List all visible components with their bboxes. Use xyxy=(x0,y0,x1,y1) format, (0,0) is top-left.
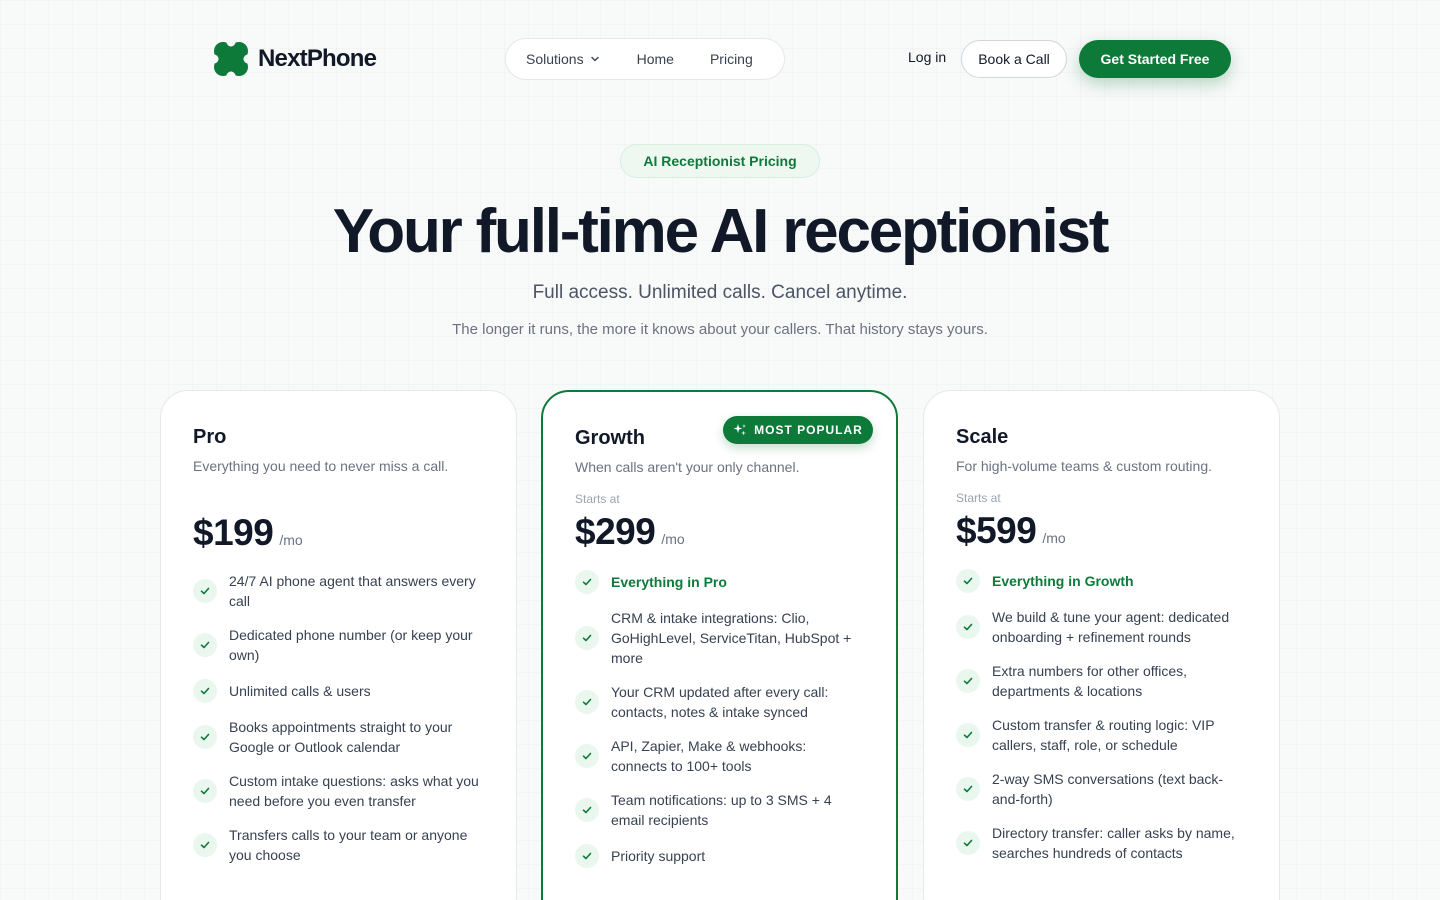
nav-item-home[interactable]: Home xyxy=(637,51,674,67)
feature-item: Custom transfer & routing logic: VIP cal… xyxy=(956,715,1247,755)
feature-item: Books appointments straight to your Goog… xyxy=(193,717,484,757)
feature-item: 2-way SMS conversations (text back-and-f… xyxy=(956,769,1247,809)
feature-text: Custom transfer & routing logic: VIP cal… xyxy=(992,717,1215,753)
logo[interactable]: NextPhone xyxy=(213,41,377,77)
check-icon xyxy=(575,570,599,594)
feature-text: 24/7 AI phone agent that answers every c… xyxy=(229,573,476,609)
feature-text: Everything in Growth xyxy=(992,573,1134,589)
feature-text: Priority support xyxy=(611,848,706,864)
page-note: The longer it runs, the more it knows ab… xyxy=(452,321,988,338)
check-icon xyxy=(575,844,599,868)
feature-item: 24/7 AI phone agent that answers every c… xyxy=(193,571,484,611)
feature-text: Your CRM updated after every call: conta… xyxy=(611,684,829,720)
check-icon xyxy=(193,779,217,803)
badge-label: MOST POPULAR xyxy=(754,423,863,437)
feature-list: Everything in Pro CRM & intake integrati… xyxy=(575,570,866,868)
check-icon xyxy=(956,777,980,801)
feature-item: Directory transfer: caller asks by name,… xyxy=(956,823,1247,863)
plan-price: $599 xyxy=(956,510,1037,551)
check-icon xyxy=(956,669,980,693)
feature-text: Extra numbers for other offices, departm… xyxy=(992,663,1188,699)
check-icon xyxy=(575,626,599,650)
book-call-button[interactable]: Book a Call xyxy=(961,40,1067,78)
feature-list: 24/7 AI phone agent that answers every c… xyxy=(193,571,484,865)
plan-starts-at: Starts at xyxy=(956,491,1001,505)
plan-price: $199 xyxy=(193,512,274,553)
feature-text: We build & tune your agent: dedicated on… xyxy=(992,609,1230,645)
nav-item-label: Home xyxy=(636,51,674,67)
feature-item: Custom intake questions: asks what you n… xyxy=(193,771,484,811)
feature-item: CRM & intake integrations: Clio, GoHighL… xyxy=(575,608,866,668)
plan-period: /mo xyxy=(1042,530,1066,546)
feature-text: Directory transfer: caller asks by name,… xyxy=(992,825,1235,861)
feature-text: Transfers calls to your team or anyone y… xyxy=(229,827,468,863)
check-icon xyxy=(193,579,217,603)
nav-item-label: Pricing xyxy=(709,51,753,67)
plan-price-row: $299 /mo xyxy=(575,510,866,554)
logo-text: NextPhone xyxy=(258,45,377,72)
plan-starts-at: Starts at xyxy=(575,492,620,506)
check-icon xyxy=(956,831,980,855)
plan-name: Pro xyxy=(193,426,227,448)
clover-logo-icon xyxy=(213,41,249,77)
plan-description: When calls aren't your only channel. xyxy=(575,459,800,475)
feature-text: Dedicated phone number (or keep your own… xyxy=(229,627,473,663)
nav-item-solutions[interactable]: Solutions xyxy=(526,51,600,67)
plan-name: Scale xyxy=(956,426,1009,448)
feature-item: Transfers calls to your team or anyone y… xyxy=(193,825,484,865)
check-icon xyxy=(956,615,980,639)
plan-price: $299 xyxy=(575,511,656,552)
login-link[interactable]: Log in xyxy=(908,49,946,65)
check-icon xyxy=(575,690,599,714)
plan-description: For high-volume teams & custom routing. xyxy=(956,458,1212,474)
feature-text: API, Zapier, Make & webhooks: connects t… xyxy=(611,738,807,774)
feature-item: Dedicated phone number (or keep your own… xyxy=(193,625,484,665)
site-header: NextPhone Solutions Home Pricing Log in … xyxy=(0,0,1440,118)
page-title: Your full-time AI receptionist xyxy=(332,197,1110,266)
feature-item-highlight: Everything in Growth xyxy=(956,569,1247,593)
feature-text: Books appointments straight to your Goog… xyxy=(229,719,453,755)
feature-item: Unlimited calls & users xyxy=(193,679,484,703)
plan-price-row: $599 /mo xyxy=(956,509,1247,553)
feature-text: CRM & intake integrations: Clio, GoHighL… xyxy=(611,610,852,666)
feature-item: Priority support xyxy=(575,844,866,868)
most-popular-badge: MOST POPULAR xyxy=(723,416,873,444)
feature-text: Everything in Pro xyxy=(611,574,727,590)
feature-text: Custom intake questions: asks what you n… xyxy=(229,773,479,809)
get-started-button[interactable]: Get Started Free xyxy=(1079,40,1231,78)
sparkle-icon xyxy=(733,424,747,436)
feature-item: Team notifications: up to 3 SMS + 4 emai… xyxy=(575,790,866,830)
feature-text: 2-way SMS conversations (text back-and-f… xyxy=(992,771,1224,807)
plan-card-scale: Scale For high-volume teams & custom rou… xyxy=(923,390,1280,900)
feature-item: Your CRM updated after every call: conta… xyxy=(575,682,866,722)
check-icon xyxy=(193,633,217,657)
check-icon xyxy=(575,798,599,822)
main-nav: Solutions Home Pricing xyxy=(505,38,785,80)
check-icon xyxy=(193,833,217,857)
plan-period: /mo xyxy=(279,532,303,548)
check-icon xyxy=(193,679,217,703)
plan-price-row: $199 /mo xyxy=(193,511,484,555)
check-icon xyxy=(956,723,980,747)
page-subtitle: Full access. Unlimited calls. Cancel any… xyxy=(532,282,908,303)
plan-card-growth: MOST POPULAR Growth When calls aren't yo… xyxy=(541,390,898,900)
nav-item-pricing[interactable]: Pricing xyxy=(710,51,753,67)
feature-item: We build & tune your agent: dedicated on… xyxy=(956,607,1247,647)
feature-text: Unlimited calls & users xyxy=(229,683,371,699)
feature-list: Everything in Growth We build & tune you… xyxy=(956,569,1247,863)
chevron-down-icon xyxy=(590,56,599,62)
plan-description: Everything you need to never miss a call… xyxy=(193,458,449,474)
feature-text: Team notifications: up to 3 SMS + 4 emai… xyxy=(611,792,832,828)
check-icon xyxy=(575,744,599,768)
plan-card-pro: Pro Everything you need to never miss a … xyxy=(160,390,517,900)
pricing-eyebrow-badge: AI Receptionist Pricing xyxy=(620,144,820,178)
nav-item-label: Solutions xyxy=(526,51,584,67)
check-icon xyxy=(956,569,980,593)
check-icon xyxy=(193,725,217,749)
feature-item-highlight: Everything in Pro xyxy=(575,570,866,594)
feature-item: API, Zapier, Make & webhooks: connects t… xyxy=(575,736,866,776)
feature-item: Extra numbers for other offices, departm… xyxy=(956,661,1247,701)
plan-period: /mo xyxy=(661,531,685,547)
